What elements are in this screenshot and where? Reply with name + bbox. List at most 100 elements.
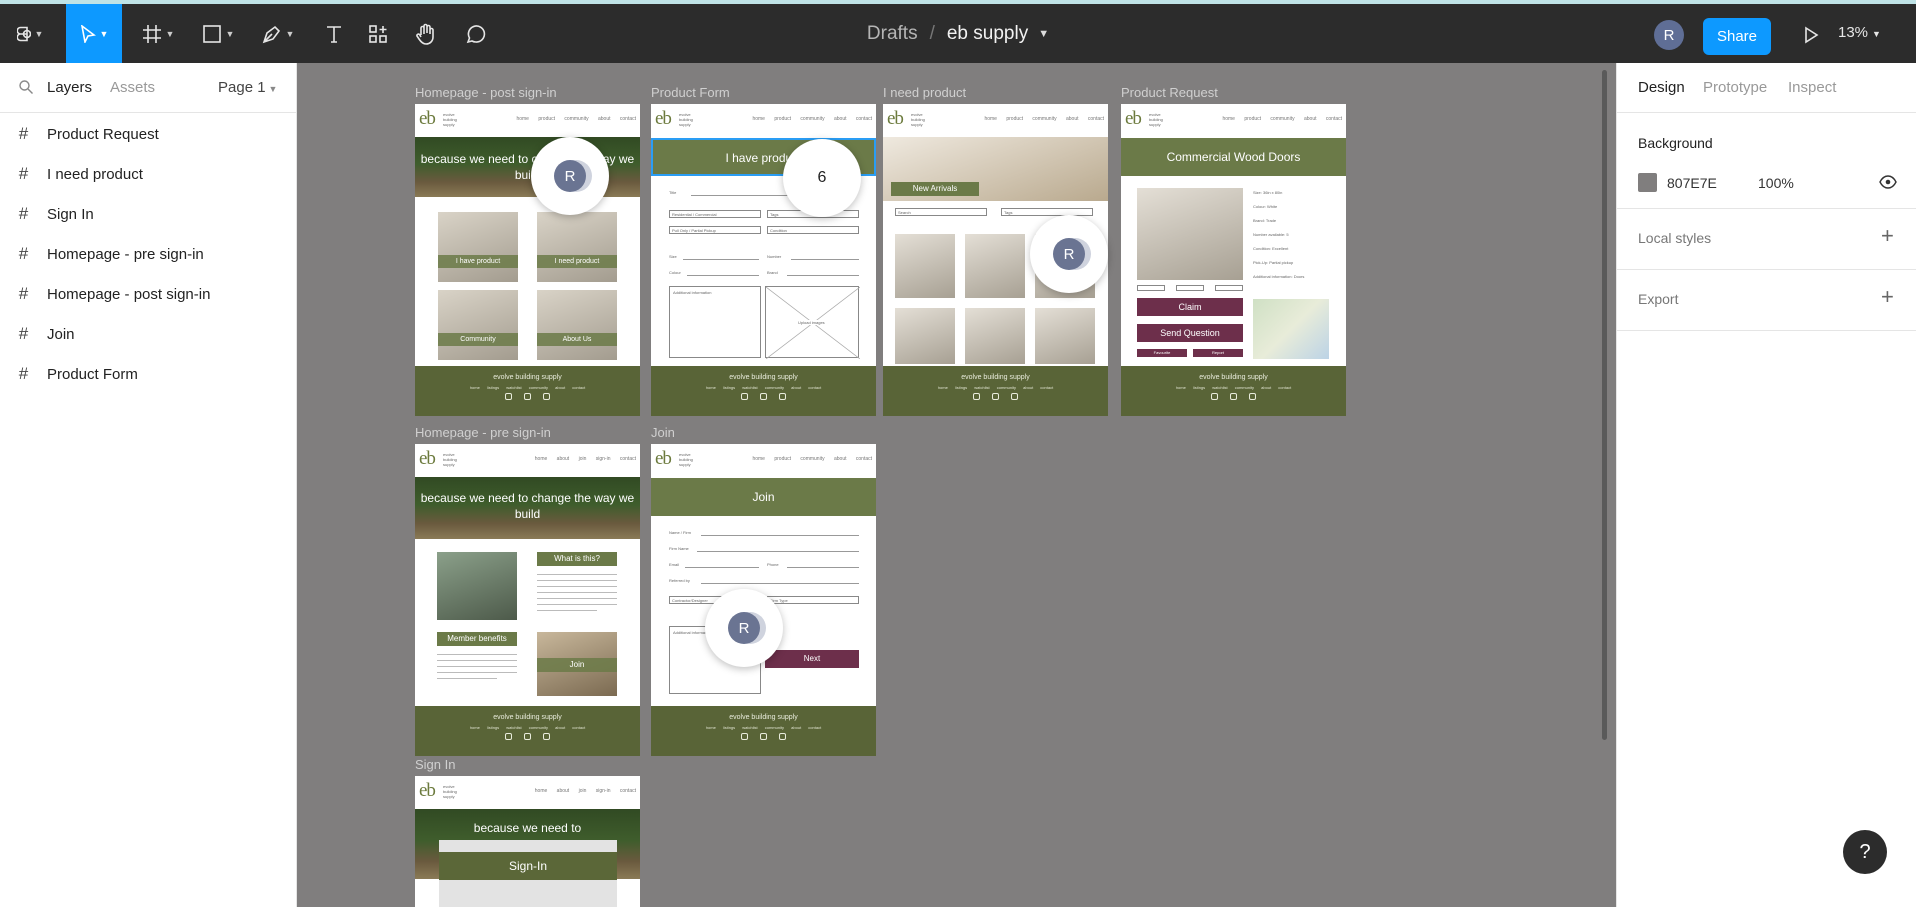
tile-image: About Us (537, 290, 617, 360)
resources-icon (369, 24, 387, 43)
layer-item[interactable]: # Join (0, 314, 296, 354)
layer-label: Sign In (47, 205, 94, 223)
tab-assets[interactable]: Assets (110, 79, 155, 96)
form-field-label: Colour (669, 270, 681, 275)
page-selector[interactable]: Page 1 ▼ (218, 79, 277, 96)
frame-label[interactable]: Homepage - post sign-in (415, 85, 557, 100)
paragraph-line (437, 654, 517, 655)
hand-icon (416, 23, 434, 45)
hand-tool-button[interactable] (406, 4, 446, 63)
background-opacity-value[interactable]: 100% (1758, 175, 1794, 191)
frame-hash-icon: # (18, 124, 29, 143)
layer-item[interactable]: # Product Form (0, 354, 296, 394)
footer-brand: evolve building supply (729, 714, 798, 721)
member-photo (437, 552, 517, 620)
file-name[interactable]: eb supply (947, 23, 1028, 45)
add-style-plus-icon[interactable]: + (1881, 223, 1894, 249)
facebook-icon (543, 733, 550, 740)
layer-item[interactable]: # Homepage - post sign-in (0, 274, 296, 314)
drafts-breadcrumb[interactable]: Drafts (867, 23, 918, 45)
present-button[interactable] (1796, 20, 1826, 50)
layer-item[interactable]: # I need product (0, 154, 296, 194)
tile-label: I have product (438, 255, 518, 268)
frame-label[interactable]: Sign In (415, 757, 455, 772)
main-menu-button[interactable]: ▼ (8, 4, 52, 63)
share-button[interactable]: Share (1703, 18, 1771, 55)
cursor-arrow-icon (80, 24, 96, 43)
frame-homepage-post-sign-in[interactable]: eb evolve building supply home product c… (415, 104, 640, 416)
zoom-dropdown[interactable]: 13% ▼ (1838, 24, 1881, 41)
breadcrumb-separator: / (929, 22, 935, 44)
spec-line: Brand: Trade (1253, 218, 1277, 223)
frame-nav: eb evolve building supply home product c… (415, 104, 640, 137)
move-tool-button[interactable]: ▼ (66, 4, 122, 63)
form-select-text: Contractor/Designer (672, 598, 708, 603)
form-select-text: Pull Only / Partial Pickup (672, 228, 716, 233)
tab-layers[interactable]: Layers (47, 79, 92, 96)
send-question-button: Send Question (1137, 324, 1243, 342)
form-field-label: Size (669, 254, 677, 259)
frame-hash-icon: # (18, 204, 29, 223)
layer-label: Homepage - pre sign-in (47, 245, 204, 263)
layer-item[interactable]: # Product Request (0, 114, 296, 154)
comment-tool-button[interactable] (456, 4, 496, 63)
tab-prototype[interactable]: Prototype (1703, 79, 1767, 96)
frame-nav: eb evolve building supply home about joi… (415, 776, 640, 809)
facebook-icon (779, 733, 786, 740)
design-canvas[interactable]: Homepage - post sign-in Product Form I n… (298, 63, 1616, 907)
form-field-line (787, 567, 859, 568)
text-tool-button[interactable] (314, 4, 354, 63)
layer-item[interactable]: # Sign In (0, 194, 296, 234)
linkedin-icon (760, 733, 767, 740)
social-icons (883, 393, 1108, 400)
chevron-down-icon[interactable]: ▼ (1038, 28, 1049, 40)
add-export-plus-icon[interactable]: + (1881, 284, 1894, 310)
footer-brand: evolve building supply (961, 374, 1030, 381)
spec-line: Size: 36in x 80in (1253, 190, 1283, 195)
frame-nav: eb evolve building supply home about joi… (415, 444, 640, 477)
tab-design[interactable]: Design (1638, 79, 1685, 96)
image-upload-box: Upload images (765, 286, 860, 359)
frame-tool-button[interactable]: ▼ (134, 4, 182, 63)
eye-icon[interactable] (1879, 175, 1897, 189)
social-icons (651, 733, 876, 740)
layer-item[interactable]: # Homepage - pre sign-in (0, 234, 296, 274)
form-field-label: Email (669, 562, 680, 567)
search-icon[interactable] (18, 79, 34, 95)
frame-label[interactable]: Product Form (651, 85, 730, 100)
canvas-scrollbar[interactable] (1602, 70, 1607, 740)
frame-hash-icon: # (18, 164, 29, 183)
frame-hash-icon: # (18, 364, 29, 383)
member-benefits-label: Member benefits (437, 632, 517, 646)
next-button: Next (765, 650, 859, 668)
form-field-line (791, 259, 859, 260)
tab-inspect[interactable]: Inspect (1788, 79, 1836, 96)
instagram-icon (741, 393, 748, 400)
hero-tagline: because we need to (473, 821, 582, 835)
layer-label: I need product (47, 165, 143, 183)
shape-tool-button[interactable]: ▼ (194, 4, 242, 63)
instagram-icon (973, 393, 980, 400)
frame-homepage-pre-sign-in[interactable]: eb evolve building supply home about joi… (415, 444, 640, 756)
collaborator-avatar: R (728, 612, 760, 644)
linkedin-icon (992, 393, 999, 400)
frame-sign-in[interactable]: eb evolve building supply home about joi… (415, 776, 640, 907)
footer-brand: evolve building supply (493, 374, 562, 381)
text-icon (327, 25, 341, 43)
layer-label: Join (47, 325, 75, 343)
pen-tool-button[interactable]: ▼ (254, 4, 302, 63)
frame-label[interactable]: Join (651, 425, 675, 440)
frame-hash-icon: # (18, 244, 29, 263)
background-hex-value[interactable]: 807E7E (1667, 175, 1717, 191)
join-banner: Join (651, 478, 876, 516)
frame-product-request[interactable]: eb evolve building supply home product c… (1121, 104, 1346, 416)
footer-brand: evolve building supply (729, 374, 798, 381)
background-color-swatch[interactable] (1638, 173, 1657, 192)
linkedin-icon (1230, 393, 1237, 400)
frame-label[interactable]: Homepage - pre sign-in (415, 425, 551, 440)
resources-tool-button[interactable] (358, 4, 398, 63)
help-button[interactable]: ? (1843, 830, 1887, 874)
user-avatar[interactable]: R (1654, 20, 1684, 50)
frame-label[interactable]: I need product (883, 85, 966, 100)
frame-label[interactable]: Product Request (1121, 85, 1218, 100)
